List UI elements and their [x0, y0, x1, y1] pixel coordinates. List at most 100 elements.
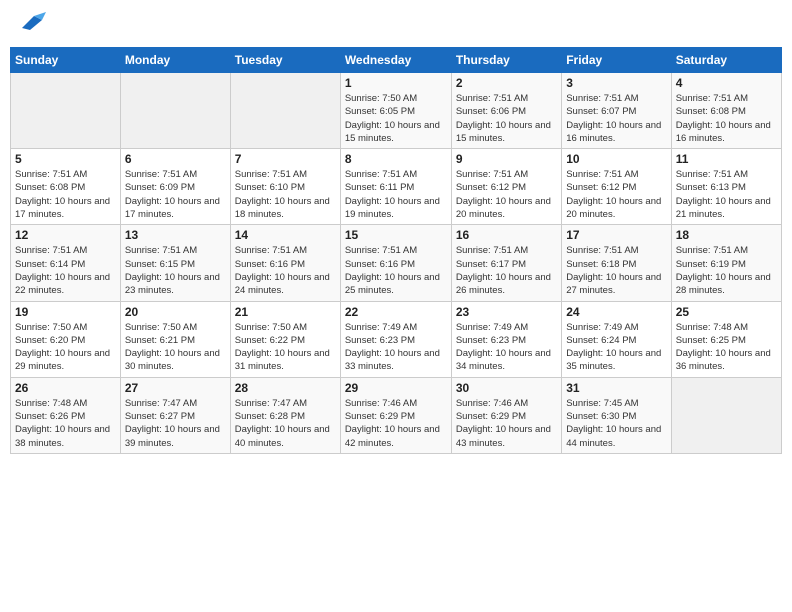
day-info: Sunrise: 7:50 AM Sunset: 6:20 PM Dayligh…	[15, 321, 116, 374]
day-number: 10	[566, 152, 666, 166]
day-info: Sunrise: 7:51 AM Sunset: 6:13 PM Dayligh…	[676, 168, 777, 221]
day-number: 25	[676, 305, 777, 319]
day-info: Sunrise: 7:51 AM Sunset: 6:14 PM Dayligh…	[15, 244, 116, 297]
day-number: 17	[566, 228, 666, 242]
day-info: Sunrise: 7:51 AM Sunset: 6:16 PM Dayligh…	[345, 244, 447, 297]
logo	[14, 10, 48, 39]
day-number: 20	[125, 305, 226, 319]
day-header-tuesday: Tuesday	[230, 48, 340, 73]
calendar-cell: 28 Sunrise: 7:47 AM Sunset: 6:28 PM Dayli…	[230, 377, 340, 453]
day-info: Sunrise: 7:50 AM Sunset: 6:22 PM Dayligh…	[235, 321, 336, 374]
calendar-cell: 14 Sunrise: 7:51 AM Sunset: 6:16 PM Dayli…	[230, 225, 340, 301]
day-info: Sunrise: 7:50 AM Sunset: 6:05 PM Dayligh…	[345, 92, 447, 145]
day-info: Sunrise: 7:51 AM Sunset: 6:07 PM Dayligh…	[566, 92, 666, 145]
day-number: 3	[566, 76, 666, 90]
day-number: 16	[456, 228, 557, 242]
calendar-cell: 19 Sunrise: 7:50 AM Sunset: 6:20 PM Dayli…	[11, 301, 121, 377]
day-number: 1	[345, 76, 447, 90]
calendar-week-row: 5Sunrise: 7:51 AM Sunset: 6:08 PM Daylig…	[11, 149, 782, 225]
calendar-cell: 23 Sunrise: 7:49 AM Sunset: 6:23 PM Dayli…	[451, 301, 561, 377]
page-header	[10, 10, 782, 39]
day-info: Sunrise: 7:48 AM Sunset: 6:25 PM Dayligh…	[676, 321, 777, 374]
day-info: Sunrise: 7:46 AM Sunset: 6:29 PM Dayligh…	[456, 397, 557, 450]
day-info: Sunrise: 7:49 AM Sunset: 6:23 PM Dayligh…	[456, 321, 557, 374]
day-header-friday: Friday	[562, 48, 671, 73]
day-number: 24	[566, 305, 666, 319]
day-header-monday: Monday	[120, 48, 230, 73]
calendar-cell: 4 Sunrise: 7:51 AM Sunset: 6:08 PM Daylig…	[671, 73, 781, 149]
day-number: 4	[676, 76, 777, 90]
calendar-cell: 20 Sunrise: 7:50 AM Sunset: 6:21 PM Dayli…	[120, 301, 230, 377]
day-number: 27	[125, 381, 226, 395]
day-number: 18	[676, 228, 777, 242]
day-number: 14	[235, 228, 336, 242]
calendar-cell: 11 Sunrise: 7:51 AM Sunset: 6:13 PM Dayli…	[671, 149, 781, 225]
day-header-saturday: Saturday	[671, 48, 781, 73]
day-number: 12	[15, 228, 116, 242]
day-info: Sunrise: 7:51 AM Sunset: 6:10 PM Dayligh…	[235, 168, 336, 221]
logo-icon	[14, 10, 46, 39]
day-info: Sunrise: 7:51 AM Sunset: 6:08 PM Dayligh…	[676, 92, 777, 145]
day-info: Sunrise: 7:51 AM Sunset: 6:12 PM Dayligh…	[456, 168, 557, 221]
day-number: 15	[345, 228, 447, 242]
calendar-cell: 6 Sunrise: 7:51 AM Sunset: 6:09 PM Daylig…	[120, 149, 230, 225]
calendar-cell: 5Sunrise: 7:51 AM Sunset: 6:08 PM Daylig…	[11, 149, 121, 225]
day-number: 26	[15, 381, 116, 395]
day-info: Sunrise: 7:51 AM Sunset: 6:11 PM Dayligh…	[345, 168, 447, 221]
day-number: 21	[235, 305, 336, 319]
calendar-cell: 10 Sunrise: 7:51 AM Sunset: 6:12 PM Dayli…	[562, 149, 671, 225]
calendar-cell: 16 Sunrise: 7:51 AM Sunset: 6:17 PM Dayli…	[451, 225, 561, 301]
day-info: Sunrise: 7:51 AM Sunset: 6:09 PM Dayligh…	[125, 168, 226, 221]
calendar-cell: 27 Sunrise: 7:47 AM Sunset: 6:27 PM Dayli…	[120, 377, 230, 453]
day-info: Sunrise: 7:51 AM Sunset: 6:06 PM Dayligh…	[456, 92, 557, 145]
day-info: Sunrise: 7:47 AM Sunset: 6:27 PM Dayligh…	[125, 397, 226, 450]
calendar-week-row: 1 Sunrise: 7:50 AM Sunset: 6:05 PM Daylig…	[11, 73, 782, 149]
day-number: 29	[345, 381, 447, 395]
day-info: Sunrise: 7:46 AM Sunset: 6:29 PM Dayligh…	[345, 397, 447, 450]
calendar-cell: 18Sunrise: 7:51 AM Sunset: 6:19 PM Dayli…	[671, 225, 781, 301]
calendar-table: SundayMondayTuesdayWednesdayThursdayFrid…	[10, 47, 782, 454]
day-info: Sunrise: 7:47 AM Sunset: 6:28 PM Dayligh…	[235, 397, 336, 450]
calendar-cell	[11, 73, 121, 149]
calendar-cell: 25 Sunrise: 7:48 AM Sunset: 6:25 PM Dayli…	[671, 301, 781, 377]
calendar-cell: 9 Sunrise: 7:51 AM Sunset: 6:12 PM Daylig…	[451, 149, 561, 225]
calendar-cell: 29 Sunrise: 7:46 AM Sunset: 6:29 PM Dayli…	[340, 377, 451, 453]
day-info: Sunrise: 7:48 AM Sunset: 6:26 PM Dayligh…	[15, 397, 116, 450]
calendar-cell: 13Sunrise: 7:51 AM Sunset: 6:15 PM Dayli…	[120, 225, 230, 301]
calendar-cell: 12 Sunrise: 7:51 AM Sunset: 6:14 PM Dayli…	[11, 225, 121, 301]
day-number: 5	[15, 152, 116, 166]
day-number: 9	[456, 152, 557, 166]
calendar-cell	[120, 73, 230, 149]
calendar-week-row: 26 Sunrise: 7:48 AM Sunset: 6:26 PM Dayli…	[11, 377, 782, 453]
calendar-cell: 22Sunrise: 7:49 AM Sunset: 6:23 PM Dayli…	[340, 301, 451, 377]
day-info: Sunrise: 7:45 AM Sunset: 6:30 PM Dayligh…	[566, 397, 666, 450]
calendar-week-row: 12 Sunrise: 7:51 AM Sunset: 6:14 PM Dayli…	[11, 225, 782, 301]
calendar-cell: 21 Sunrise: 7:50 AM Sunset: 6:22 PM Dayli…	[230, 301, 340, 377]
calendar-cell: 8 Sunrise: 7:51 AM Sunset: 6:11 PM Daylig…	[340, 149, 451, 225]
day-info: Sunrise: 7:51 AM Sunset: 6:16 PM Dayligh…	[235, 244, 336, 297]
day-info: Sunrise: 7:51 AM Sunset: 6:15 PM Dayligh…	[125, 244, 226, 297]
day-info: Sunrise: 7:49 AM Sunset: 6:24 PM Dayligh…	[566, 321, 666, 374]
calendar-cell: 31Sunrise: 7:45 AM Sunset: 6:30 PM Dayli…	[562, 377, 671, 453]
calendar-header-row: SundayMondayTuesdayWednesdayThursdayFrid…	[11, 48, 782, 73]
calendar-cell: 15 Sunrise: 7:51 AM Sunset: 6:16 PM Dayli…	[340, 225, 451, 301]
calendar-cell: 24 Sunrise: 7:49 AM Sunset: 6:24 PM Dayli…	[562, 301, 671, 377]
day-number: 6	[125, 152, 226, 166]
day-header-thursday: Thursday	[451, 48, 561, 73]
day-info: Sunrise: 7:49 AM Sunset: 6:23 PM Dayligh…	[345, 321, 447, 374]
day-info: Sunrise: 7:51 AM Sunset: 6:12 PM Dayligh…	[566, 168, 666, 221]
day-number: 28	[235, 381, 336, 395]
day-number: 19	[15, 305, 116, 319]
day-info: Sunrise: 7:50 AM Sunset: 6:21 PM Dayligh…	[125, 321, 226, 374]
calendar-cell: 26 Sunrise: 7:48 AM Sunset: 6:26 PM Dayli…	[11, 377, 121, 453]
day-number: 8	[345, 152, 447, 166]
calendar-cell: 30Sunrise: 7:46 AM Sunset: 6:29 PM Dayli…	[451, 377, 561, 453]
day-info: Sunrise: 7:51 AM Sunset: 6:17 PM Dayligh…	[456, 244, 557, 297]
day-number: 11	[676, 152, 777, 166]
day-number: 7	[235, 152, 336, 166]
calendar-cell: 3 Sunrise: 7:51 AM Sunset: 6:07 PM Daylig…	[562, 73, 671, 149]
day-header-wednesday: Wednesday	[340, 48, 451, 73]
day-header-sunday: Sunday	[11, 48, 121, 73]
day-number: 23	[456, 305, 557, 319]
calendar-week-row: 19 Sunrise: 7:50 AM Sunset: 6:20 PM Dayli…	[11, 301, 782, 377]
